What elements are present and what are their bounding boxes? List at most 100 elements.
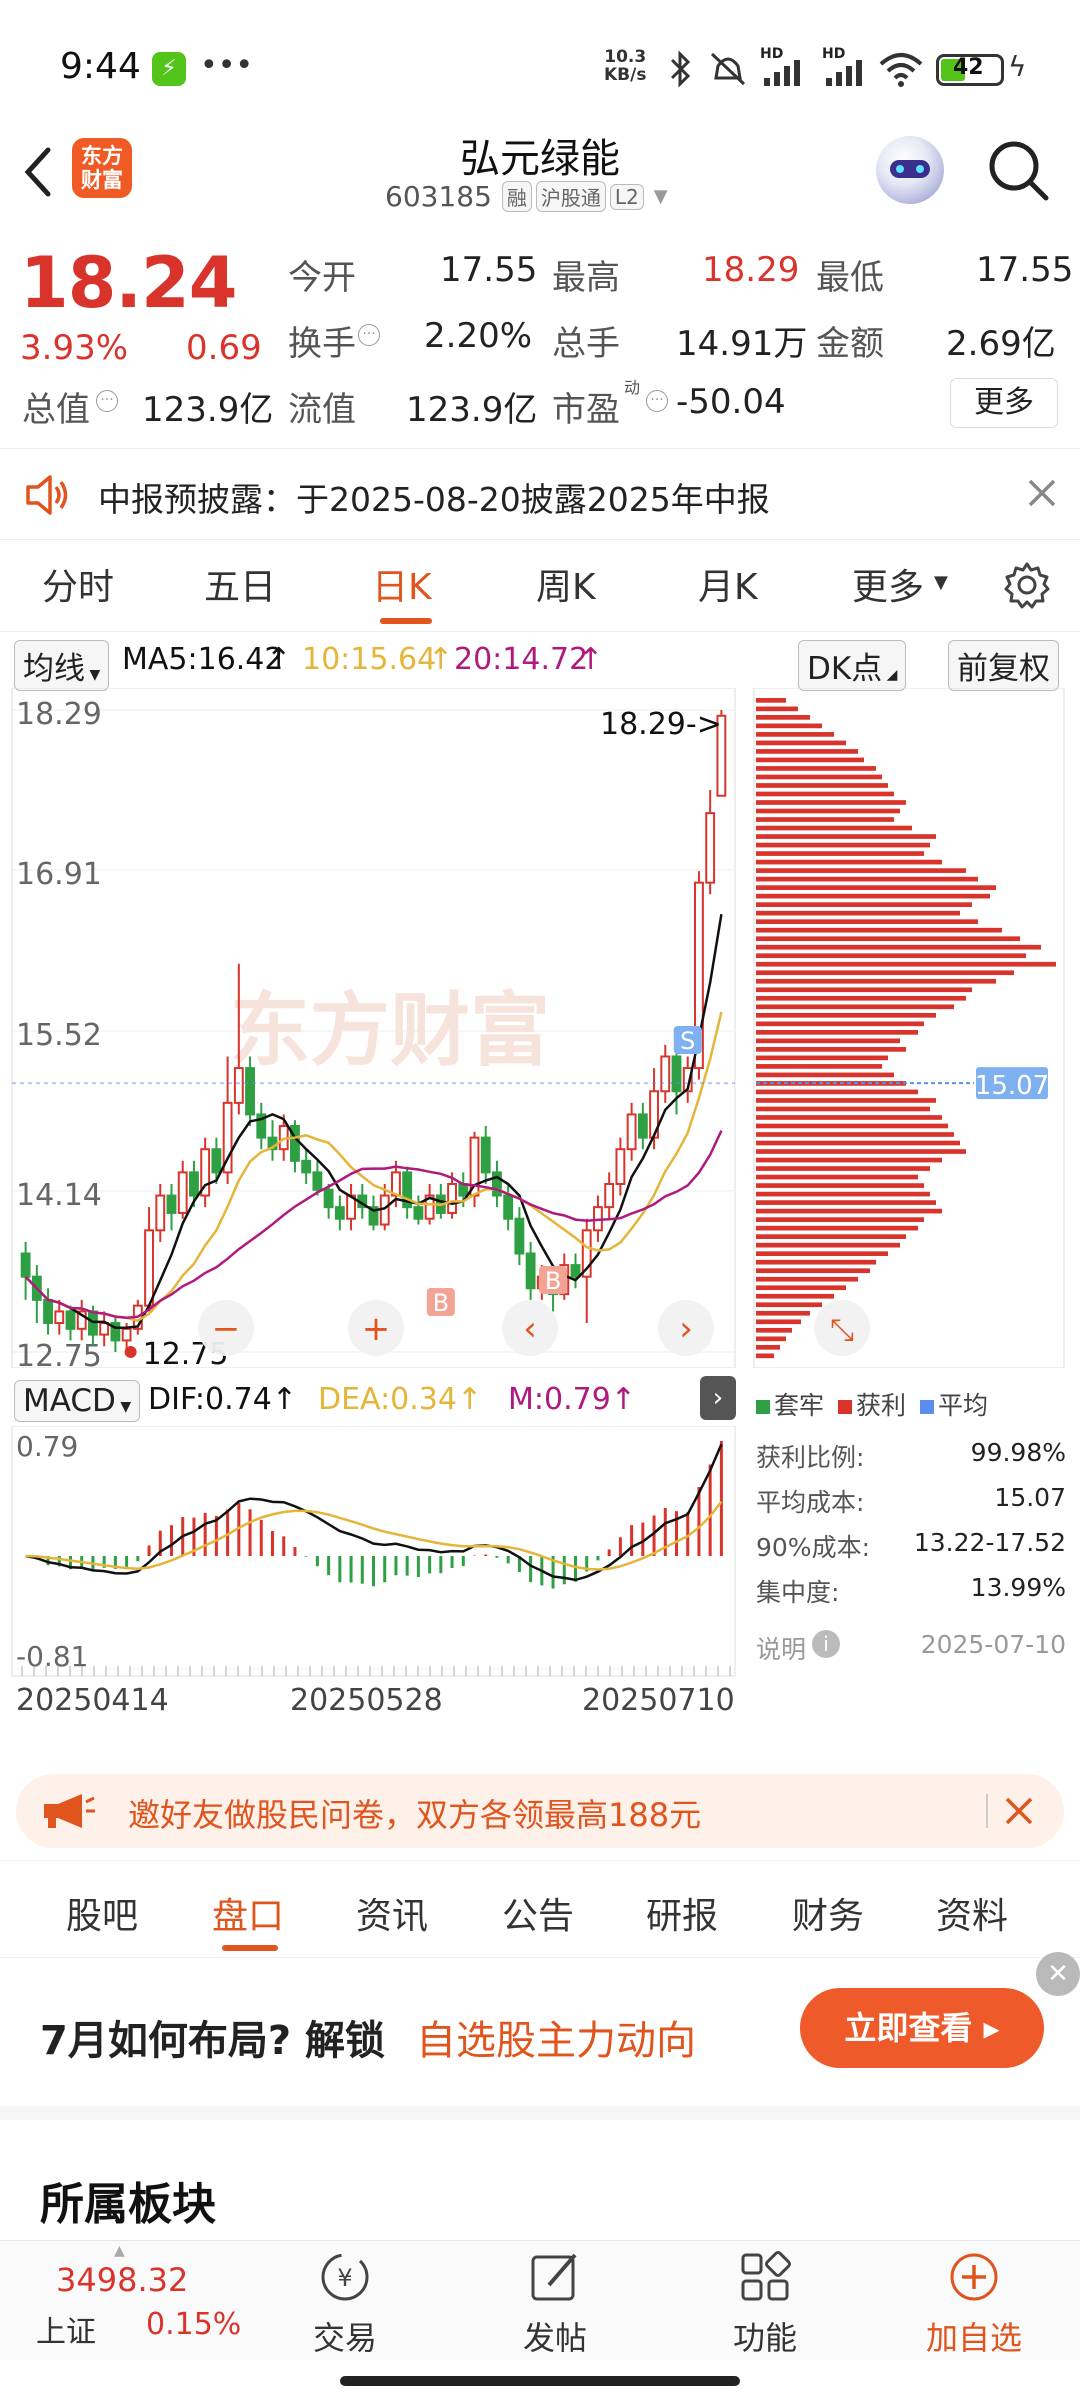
tab-forum[interactable]: 股吧 [66,1887,138,1939]
arrow-up-icon: ↑ [428,642,454,677]
chip-bar [756,1038,900,1044]
chip-bar [756,1208,942,1214]
y-tick-label: 14.14 [16,1178,102,1213]
megaphone-icon [44,1794,95,1828]
assistant-robot-icon[interactable] [876,136,944,204]
low-label: 最低 [816,258,884,298]
chip-bar [756,1217,924,1222]
dropdown-triangle-icon: ▼ [653,186,668,207]
wifi-icon [879,53,923,87]
tab-research[interactable]: 研报 [646,1887,718,1939]
chip-bar [756,1072,894,1078]
tab-news[interactable]: 资讯 [356,1887,428,1939]
nav-post[interactable]: 发帖 [500,2249,610,2359]
info-icon[interactable]: ··· [96,390,118,412]
info-icon[interactable]: i [812,1630,840,1658]
macd-select[interactable]: MACD ▼ [14,1380,141,1422]
candle [144,1229,154,1307]
close-icon[interactable] [1002,1794,1036,1828]
chart-control-icon: − [212,1309,241,1349]
chip-bar [756,1004,954,1010]
expand-arrow-icon[interactable]: › [700,1376,736,1420]
promo-text: 邀好友做股民问卷，双方各领最高188元 [128,1796,702,1834]
status-bar: 9:44 ⚡ ••• 10.3 KB/s HD HD 42 ϟ [0,0,1080,120]
tab-profile[interactable]: 资料 [936,1887,1008,1939]
y-tick-label: 15.52 [16,1018,102,1053]
change-amount: 0.69 [186,328,262,368]
net-speed: 10.3 KB/s [604,47,647,85]
nav-functions-label: 功能 [732,2319,797,2357]
tab-monthly-k[interactable]: 月K [698,558,758,610]
chip-bar [756,740,846,746]
candle [660,1055,671,1093]
chip-bar [756,1344,780,1350]
tab-more[interactable]: 更多 [852,558,924,610]
chip-bar [756,1319,801,1325]
mute-icon [710,52,746,86]
watermark: 东方财富 [230,984,550,1077]
dk-point-select[interactable]: DK点 ◢ [798,640,907,691]
tab-finance[interactable]: 财务 [792,1887,864,1939]
float-value: 123.9亿 [406,390,538,430]
candle [334,1206,345,1220]
chip-bar [756,944,1041,950]
gear-icon[interactable] [1002,560,1052,610]
profit-ratio-value: 99.98% [970,1438,1066,1467]
last-price: 18.24 [20,242,237,324]
nav-functions[interactable]: 功能 [710,2249,820,2359]
candle [54,1310,65,1325]
ad-banner[interactable]: 7月如何布局? 解锁 自选股主力动向 立即查看 ▸ ✕ [0,1952,1080,2106]
adjust-select[interactable]: 前复权 [948,640,1059,691]
promo-bar[interactable]: 邀好友做股民问卷，双方各领最高188元 [16,1774,1064,1848]
period-tabs: 分时 五日 日K 周K 月K 更多 ▼ [0,540,1080,632]
open-value: 17.55 [440,250,538,290]
notice-bar[interactable]: 中报预披露：于2025-08-20披露2025年中报 [0,448,1080,540]
low-value: 17.55 [976,250,1074,290]
close-icon[interactable] [1026,477,1058,509]
charging-icon: ϟ [1008,50,1027,83]
tab-daily-k[interactable]: 日K [372,558,432,610]
candle [626,1113,637,1151]
candle [166,1194,177,1214]
change-percent: 3.93% [20,328,129,368]
avg-cost-value: 15.07 [994,1483,1066,1512]
close-icon[interactable]: ✕ [1036,1952,1080,1996]
caret-down-icon: ▼ [934,572,948,593]
tab-announcements[interactable]: 公告 [502,1887,574,1939]
more-button[interactable]: 更多 [950,378,1058,428]
tab-five-day[interactable]: 五日 [204,558,276,610]
tab-order-book[interactable]: 盘口 [212,1887,284,1939]
candle [233,1067,244,1104]
stock-code-row[interactable]: 603185 融 沪股通 L2 ▼ [385,180,668,213]
high-label: 最高 [552,258,620,298]
index-ticker[interactable]: ▲ 3498.32 上证 0.15% [0,2241,241,2361]
chip-bar [756,978,996,984]
chip-legend: 套牢 获利 平均 [756,1386,988,1422]
signal-icon-2 [826,60,862,86]
turnover-label: 换手 [288,324,356,364]
clock: 9:44 [60,46,141,87]
candle [503,1194,514,1220]
search-icon[interactable] [984,136,1054,206]
ma-select[interactable]: 均线 ▼ [14,640,110,691]
info-icon[interactable]: ··· [646,390,668,412]
note-label[interactable]: 说明 [756,1630,806,1666]
pe-label: 市盈 [552,390,620,430]
section-title: 所属板块 [40,2179,216,2230]
k-line-chart[interactable]: 18.2916.9115.5214.1412.75东方财富18.29->12.7… [0,688,740,1368]
chart-control-icon: + [362,1309,391,1349]
nav-add-watchlist[interactable]: 加自选 [914,2249,1034,2359]
mktcap-value: 123.9亿 [142,390,274,430]
chip-bar [756,1276,858,1282]
info-icon[interactable]: ··· [358,324,380,346]
nav-trade[interactable]: ¥ 交易 [290,2249,400,2359]
candle [514,1217,525,1255]
view-now-button[interactable]: 立即查看 ▸ [800,1988,1044,2068]
tab-weekly-k[interactable]: 周K [536,558,596,610]
tab-intraday[interactable]: 分时 [42,558,114,610]
nav-trade-label: 交易 [312,2319,377,2357]
badge-margin: 融 [501,181,532,212]
chip-bar [756,953,1026,959]
chip-bar [756,927,1002,933]
banner-highlight: 自选股主力动向 [416,2018,696,2064]
